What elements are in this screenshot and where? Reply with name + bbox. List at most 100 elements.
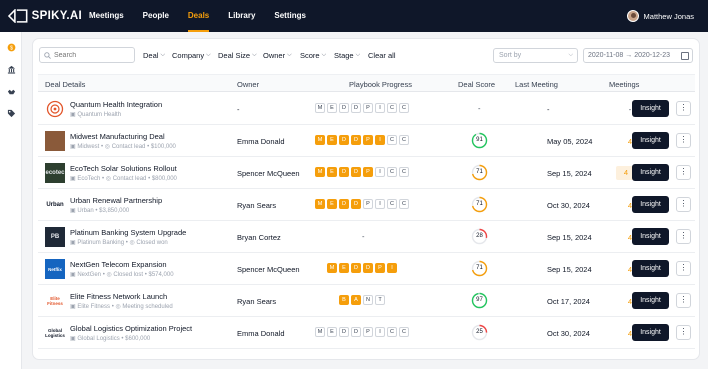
playbook-step[interactable]: M [327, 263, 337, 273]
playbook-step[interactable]: M [315, 327, 325, 337]
insight-button[interactable]: Insight [632, 260, 669, 277]
playbook-step[interactable]: N [363, 295, 373, 305]
more-options-icon[interactable]: ⋮ [676, 229, 691, 244]
filter-company[interactable]: Company ⌵ [172, 51, 211, 60]
table-row[interactable]: Global Logistics Global Logistics Optimiz… [38, 317, 695, 349]
more-options-icon[interactable]: ⋮ [676, 261, 691, 276]
search-box[interactable] [39, 47, 135, 63]
deal-title[interactable]: Urban Renewal Partnership [70, 196, 162, 205]
playbook-step[interactable]: M [315, 135, 325, 145]
playbook-step[interactable]: D [351, 199, 361, 209]
insight-button[interactable]: Insight [632, 292, 669, 309]
nav-people[interactable]: People [143, 0, 169, 32]
playbook-step[interactable]: C [399, 167, 409, 177]
more-options-icon[interactable]: ⋮ [676, 133, 691, 148]
playbook-step[interactable]: D [339, 103, 349, 113]
deal-title[interactable]: Quantum Health Integration [70, 100, 162, 109]
date-range-picker[interactable]: 2020-11-08 → 2020-12-23 [583, 48, 693, 63]
playbook-step[interactable]: C [387, 167, 397, 177]
playbook-step[interactable]: I [375, 327, 385, 337]
more-options-icon[interactable]: ⋮ [676, 293, 691, 308]
more-options-icon[interactable]: ⋮ [676, 165, 691, 180]
table-row[interactable]: Urban Urban Renewal Partnership ▣ Urban • … [38, 189, 695, 221]
nav-meetings[interactable]: Meetings [89, 0, 124, 32]
playbook-step[interactable]: E [327, 103, 337, 113]
playbook-step[interactable]: P [363, 199, 373, 209]
playbook-step[interactable]: P [363, 167, 373, 177]
filter-deal-size[interactable]: Deal Size ⌵ [218, 51, 257, 60]
clear-all-button[interactable]: Clear all [368, 51, 396, 60]
filter-owner[interactable]: Owner ⌵ [263, 51, 292, 60]
insight-button[interactable]: Insight [632, 132, 669, 149]
playbook-step[interactable]: I [375, 135, 385, 145]
playbook-step[interactable]: E [327, 199, 337, 209]
deal-title[interactable]: Platinum Banking System Upgrade [70, 228, 186, 237]
insight-button[interactable]: Insight [632, 164, 669, 181]
playbook-step[interactable]: D [351, 263, 361, 273]
coin-icon[interactable]: $ [6, 42, 16, 52]
nav-deals[interactable]: Deals [187, 0, 210, 32]
playbook-step[interactable]: E [339, 263, 349, 273]
deal-title[interactable]: Midwest Manufacturing Deal [70, 132, 165, 141]
insight-button[interactable]: Insight [632, 324, 669, 341]
more-options-icon[interactable]: ⋮ [676, 101, 691, 116]
playbook-step[interactable]: D [351, 327, 361, 337]
deal-title[interactable]: Elite Fitness Network Launch [70, 292, 167, 301]
filter-score[interactable]: Score ⌵ [300, 51, 326, 60]
playbook-step[interactable]: C [387, 103, 397, 113]
playbook-step[interactable]: C [399, 327, 409, 337]
playbook-step[interactable]: T [375, 295, 385, 305]
playbook-step[interactable]: D [351, 135, 361, 145]
playbook-step[interactable]: M [315, 199, 325, 209]
playbook-step[interactable]: D [351, 103, 361, 113]
search-input[interactable] [54, 51, 134, 59]
playbook-step[interactable]: M [315, 167, 325, 177]
playbook-step[interactable]: D [351, 167, 361, 177]
playbook-step[interactable]: C [387, 199, 397, 209]
table-row[interactable]: Netflix NextGen Telecom Expansion ▣ NextGe… [38, 253, 695, 285]
playbook-step[interactable]: B [339, 295, 349, 305]
insight-button[interactable]: Insight [632, 228, 669, 245]
playbook-step[interactable]: D [339, 199, 349, 209]
playbook-step[interactable]: P [363, 103, 373, 113]
filter-deal[interactable]: Deal ⌵ [143, 51, 165, 60]
playbook-step[interactable]: D [363, 263, 373, 273]
insight-button[interactable]: Insight [632, 100, 669, 117]
app-logo[interactable]: SPIKY.AI [8, 9, 82, 23]
playbook-step[interactable]: D [339, 167, 349, 177]
handshake-icon[interactable] [6, 86, 16, 96]
playbook-step[interactable]: E [327, 327, 337, 337]
filter-stage[interactable]: Stage ⌵ [334, 51, 360, 60]
more-options-icon[interactable]: ⋮ [676, 197, 691, 212]
user-menu[interactable]: Matthew Jonas [626, 0, 694, 32]
playbook-step[interactable]: D [339, 327, 349, 337]
playbook-step[interactable]: P [375, 263, 385, 273]
table-row[interactable]: Elite Fitness Elite Fitness Network Launc… [38, 285, 695, 317]
playbook-step[interactable]: I [375, 167, 385, 177]
playbook-step[interactable]: A [351, 295, 361, 305]
playbook-step[interactable]: I [375, 103, 385, 113]
playbook-step[interactable]: C [387, 327, 397, 337]
sort-select[interactable]: Sort by ⌵ [493, 48, 578, 63]
playbook-step[interactable]: E [327, 167, 337, 177]
nav-settings[interactable]: Settings [274, 0, 306, 32]
playbook-step[interactable]: C [387, 135, 397, 145]
playbook-step[interactable]: M [315, 103, 325, 113]
insight-button[interactable]: Insight [632, 196, 669, 213]
playbook-step[interactable]: C [399, 199, 409, 209]
nav-library[interactable]: Library [228, 0, 255, 32]
playbook-step[interactable]: P [363, 135, 373, 145]
playbook-step[interactable]: C [399, 135, 409, 145]
playbook-step[interactable]: P [363, 327, 373, 337]
playbook-step[interactable]: I [387, 263, 397, 273]
deal-title[interactable]: Global Logistics Optimization Project [70, 324, 192, 333]
tag-icon[interactable] [6, 108, 16, 118]
playbook-step[interactable]: E [327, 135, 337, 145]
bank-icon[interactable] [6, 64, 16, 74]
deal-title[interactable]: NextGen Telecom Expansion [70, 260, 167, 269]
table-row[interactable]: Midwest Manufacturing Deal ▣ Midwest • ◎ … [38, 125, 695, 157]
table-row[interactable]: ecotec EcoTech Solar Solutions Rollout ▣ E… [38, 157, 695, 189]
playbook-step[interactable]: C [399, 103, 409, 113]
table-row[interactable]: PB Platinum Banking System Upgrade ▣ Plati… [38, 221, 695, 253]
playbook-step[interactable]: D [339, 135, 349, 145]
